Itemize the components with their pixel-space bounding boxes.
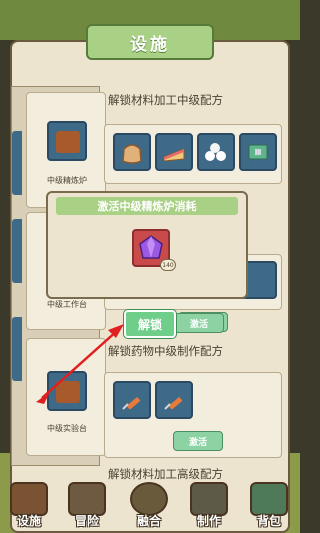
fusion-icon	[130, 482, 168, 516]
left-tab-2[interactable]	[12, 219, 22, 283]
nav-label: 制作	[196, 514, 221, 528]
gem-count: 140	[160, 259, 176, 271]
activate-button[interactable]: 激活	[173, 431, 223, 451]
nav-backpack[interactable]: 背包	[240, 478, 298, 533]
cake-icon[interactable]	[155, 133, 193, 171]
left-tab-1[interactable]	[12, 131, 22, 195]
craft-icon	[190, 482, 228, 516]
panel-title: 设施	[86, 24, 214, 60]
facility-label: 中级工作台	[47, 300, 87, 309]
grain-sack-icon[interactable]	[113, 133, 151, 171]
nav-craft[interactable]: 制作	[180, 478, 238, 533]
furnace-icon	[47, 121, 87, 161]
facility-lab[interactable]: 中级实验台	[26, 338, 106, 456]
nav-label: 设施	[16, 514, 41, 528]
nav-label: 冒险	[74, 514, 99, 528]
nav-adventure[interactable]: 冒险	[58, 478, 116, 533]
facility-icon	[10, 482, 48, 516]
nav-label: 融合	[136, 514, 161, 528]
syringe-icon[interactable]	[155, 381, 193, 419]
dialog-title: 激活中级精炼炉消耗	[56, 197, 238, 215]
recipe-box-1	[104, 124, 282, 184]
nav-facility[interactable]: 设施	[0, 478, 58, 533]
unlock-cost-dialog: 激活中级精炼炉消耗 140	[46, 191, 248, 299]
adventure-icon	[68, 482, 106, 516]
circuit-board-icon[interactable]	[239, 133, 277, 171]
recipe-title-2: 解锁药物中级制作配方	[108, 344, 223, 358]
lab-table-icon	[47, 371, 87, 411]
facility-label: 中级实验台	[47, 424, 87, 433]
rice-balls-icon[interactable]	[197, 133, 235, 171]
recipe-title-1: 解锁材料加工中级配方	[108, 93, 223, 107]
nav-fusion[interactable]: 融合	[120, 478, 178, 533]
facility-label: 中级精炼炉	[47, 176, 87, 185]
bottom-nav: 设施 冒险 融合 制作 背包	[0, 478, 300, 533]
left-tab-3[interactable]	[12, 317, 22, 381]
nav-label: 背包	[256, 514, 281, 528]
recipe-box-2: 激活	[104, 372, 282, 458]
dialog-activate-button[interactable]: 激活	[174, 313, 224, 333]
syringe-icon[interactable]	[113, 381, 151, 419]
unlock-button[interactable]: 解锁	[124, 310, 176, 338]
backpack-icon	[250, 482, 288, 516]
